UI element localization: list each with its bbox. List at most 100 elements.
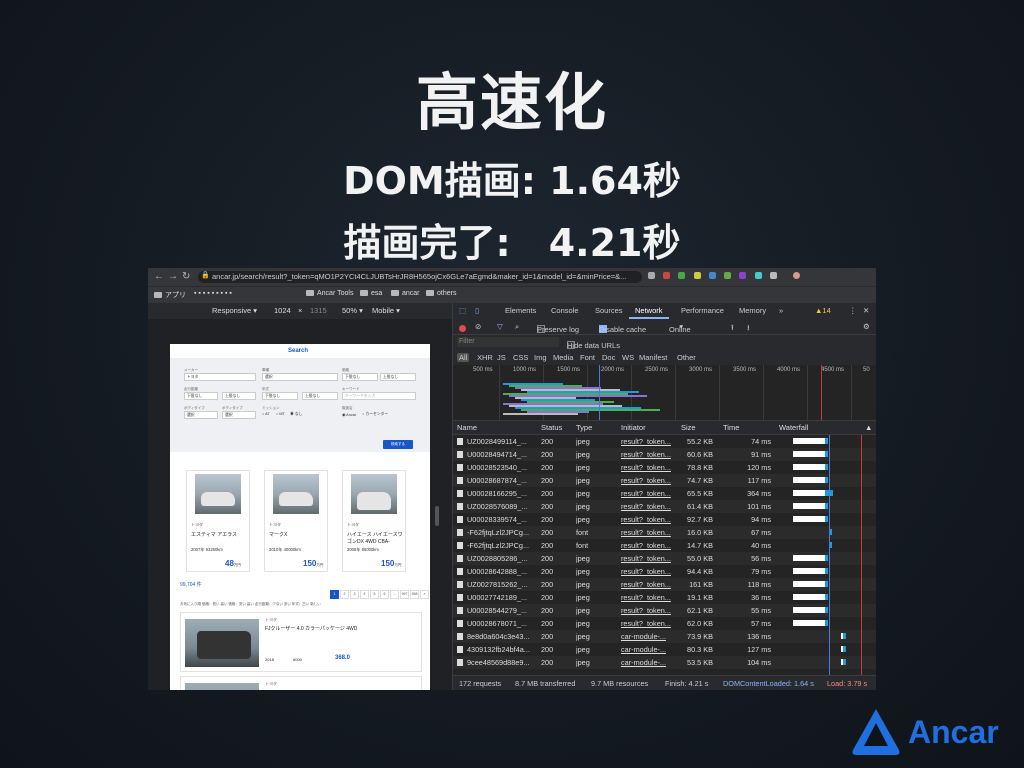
column-status[interactable]: Status — [541, 423, 562, 432]
cell-initiator[interactable]: result?_token... — [621, 437, 677, 446]
type-other[interactable]: Other — [677, 353, 696, 362]
maker-select[interactable]: トヨタ — [184, 373, 256, 381]
page-link[interactable]: 998 — [410, 590, 419, 599]
radio-ancar[interactable]: ◉ Ancar — [342, 412, 356, 417]
sort-bar[interactable]: お気に入り順 価格：低い 高い 価格：安い 高い 走行距離：少ない 多い 年式：… — [180, 602, 420, 607]
car-card[interactable]: トヨタ ハイエース ハイエースワゴンDX 4WD CBA- 2006年 8600… — [342, 470, 406, 572]
extension-icon[interactable] — [724, 272, 732, 279]
column-waterfall[interactable]: Waterfall — [779, 423, 808, 432]
request-row[interactable]: UZ0028805286_... 200 jpeg result?_token... 5… — [453, 552, 876, 565]
tab-network[interactable]: Network — [635, 306, 663, 315]
export-icon[interactable]: ⭳ — [747, 322, 750, 335]
cell-initiator[interactable]: result?_token... — [621, 541, 677, 550]
model-select[interactable]: 選択 — [262, 373, 338, 381]
page-link[interactable]: 997 — [400, 590, 409, 599]
viewport-scrollbar[interactable] — [435, 506, 439, 526]
back-icon[interactable]: ← — [154, 271, 164, 282]
extension-icon[interactable] — [769, 272, 777, 279]
extension-icon[interactable] — [663, 272, 671, 279]
request-row[interactable]: UZ0028576089_... 200 jpeg result?_token... 6… — [453, 500, 876, 513]
avatar[interactable] — [793, 272, 801, 279]
request-row[interactable]: -F62fjtqLzl2JPCg... 200 font result?_token.… — [453, 539, 876, 552]
cell-initiator[interactable]: result?_token... — [621, 554, 677, 563]
import-icon[interactable]: ⭱ — [731, 322, 734, 335]
mileage-max-select[interactable]: 上限なし — [222, 392, 256, 400]
emulated-page[interactable]: Search メーカー トヨタ 車種 選択 価格 下限なし 上限なし 走行距離 … — [170, 344, 430, 690]
extension-icon[interactable] — [739, 272, 747, 279]
page-link[interactable]: 3 — [350, 590, 359, 599]
year-max-select[interactable]: 上限なし — [302, 392, 338, 400]
clear-icon[interactable]: ⊘ — [475, 322, 481, 331]
radio-none[interactable]: ◉ なし — [290, 412, 302, 417]
cell-initiator[interactable]: result?_token... — [621, 463, 677, 472]
device-icon[interactable]: ▯ — [475, 306, 479, 315]
url-field[interactable]: ancar.jp/search/result?_token=qMO1P2YCt4… — [198, 271, 642, 283]
bookmark-icons[interactable]: ▪ ▪ ▪ ▪ ▪ ▪ ▪ ▪ ▪ — [194, 290, 232, 297]
column-size[interactable]: Size — [681, 423, 696, 432]
request-row[interactable]: U00028687874_... 200 jpeg result?_token... 7… — [453, 474, 876, 487]
cell-initiator[interactable]: result?_token... — [621, 593, 677, 602]
reload-icon[interactable]: ↻ — [182, 271, 190, 282]
close-icon[interactable]: ✕ — [863, 306, 869, 315]
cell-initiator[interactable]: result?_token... — [621, 489, 677, 498]
request-row[interactable]: UZ0027815262_... 200 jpeg result?_token... 1… — [453, 578, 876, 591]
request-row[interactable]: U00028494714_... 200 jpeg result?_token... 6… — [453, 448, 876, 461]
body-select-2[interactable]: 選択 — [222, 411, 256, 419]
filter-input[interactable]: Filter — [457, 337, 559, 347]
tab-memory[interactable]: Memory — [739, 306, 766, 315]
year-min-select[interactable]: 下限なし — [262, 392, 298, 400]
sort-icon[interactable]: ▲ — [865, 423, 872, 432]
keyword-input[interactable]: キーワードを入力 — [342, 392, 416, 400]
extension-icon[interactable] — [693, 272, 701, 279]
gear-icon[interactable]: ⚙ — [863, 322, 870, 331]
mileage-min-select[interactable]: 下限なし — [184, 392, 218, 400]
height-input[interactable]: 1315 — [310, 306, 327, 315]
page-link[interactable]: 2 — [340, 590, 349, 599]
request-row[interactable]: U00028544279_... 200 jpeg result?_token... 6… — [453, 604, 876, 617]
request-row[interactable]: 8e8d0a604c3e43... 200 jpeg car-module-... 73… — [453, 630, 876, 643]
forward-icon[interactable]: → — [168, 271, 178, 282]
cell-initiator[interactable]: car-module-... — [621, 645, 677, 654]
list-car-card[interactable]: トヨタ — [180, 676, 422, 690]
cell-initiator[interactable]: result?_token... — [621, 606, 677, 615]
cell-initiator[interactable]: result?_token... — [621, 515, 677, 524]
bookmark-apps[interactable]: アプリ — [154, 290, 186, 300]
radio-at[interactable]: ○ AT — [262, 412, 270, 416]
tab-more[interactable]: » — [779, 306, 783, 315]
page-link[interactable]: 1 — [330, 590, 339, 599]
search-button[interactable]: 検索する — [383, 440, 413, 449]
list-car-card[interactable]: トヨタ FJクルーザー 4.0 カラーパッケージ 4WD 2018 6000 3… — [180, 612, 422, 672]
cell-initiator[interactable]: result?_token... — [621, 567, 677, 576]
cell-initiator[interactable]: result?_token... — [621, 580, 677, 589]
column-type[interactable]: Type — [576, 423, 592, 432]
type-media[interactable]: Media — [553, 353, 573, 362]
request-row[interactable]: 4309132fb24bf4a... 200 jpeg car-module-... 8… — [453, 643, 876, 656]
warnings-badge[interactable]: ▲14 — [815, 306, 831, 315]
type-css[interactable]: CSS — [513, 353, 528, 362]
tab-elements[interactable]: Elements — [505, 306, 536, 315]
search-logo[interactable]: Search — [288, 348, 308, 354]
search-icon[interactable]: ⌕ — [515, 322, 519, 332]
radio-center[interactable]: ○ カーセンター — [362, 412, 388, 417]
type-js[interactable]: JS — [497, 353, 506, 362]
type-ws[interactable]: WS — [622, 353, 634, 362]
body-select[interactable]: 選択 — [184, 411, 218, 419]
zoom-select[interactable]: 50% ▾ — [342, 306, 363, 315]
type-font[interactable]: Font — [580, 353, 595, 362]
timeline-overview[interactable]: 500 ms 1000 ms 1500 ms 2000 ms 2500 ms 3… — [453, 365, 876, 421]
request-row[interactable]: 9cee48569d88e9... 200 jpeg car-module-... 53… — [453, 656, 876, 669]
bookmark-ancar-tools[interactable]: Ancar Tools — [306, 290, 353, 297]
type-all[interactable]: All — [457, 353, 470, 362]
page-link[interactable]: 6 — [380, 590, 389, 599]
request-row[interactable]: U00028166295_... 200 jpeg result?_token... 6… — [453, 487, 876, 500]
radio-mt[interactable]: ○ MT — [276, 412, 285, 416]
car-card[interactable]: トヨタ エスティマ アエラス 2007年 93250km 48万円 — [186, 470, 250, 572]
inspect-icon[interactable]: ⬚ — [459, 306, 466, 315]
extension-icon[interactable] — [678, 272, 686, 279]
request-row[interactable]: U00028523540_... 200 jpeg result?_token... 7… — [453, 461, 876, 474]
request-row[interactable]: U00028678071_... 200 jpeg result?_token... 6… — [453, 617, 876, 630]
request-row[interactable]: -F62fjtqLzl2JPCg... 200 font result?_token.… — [453, 526, 876, 539]
cell-initiator[interactable]: car-module-... — [621, 632, 677, 641]
type-manifest[interactable]: Manifest — [639, 353, 667, 362]
price-max-select[interactable]: 上限なし — [380, 373, 416, 381]
